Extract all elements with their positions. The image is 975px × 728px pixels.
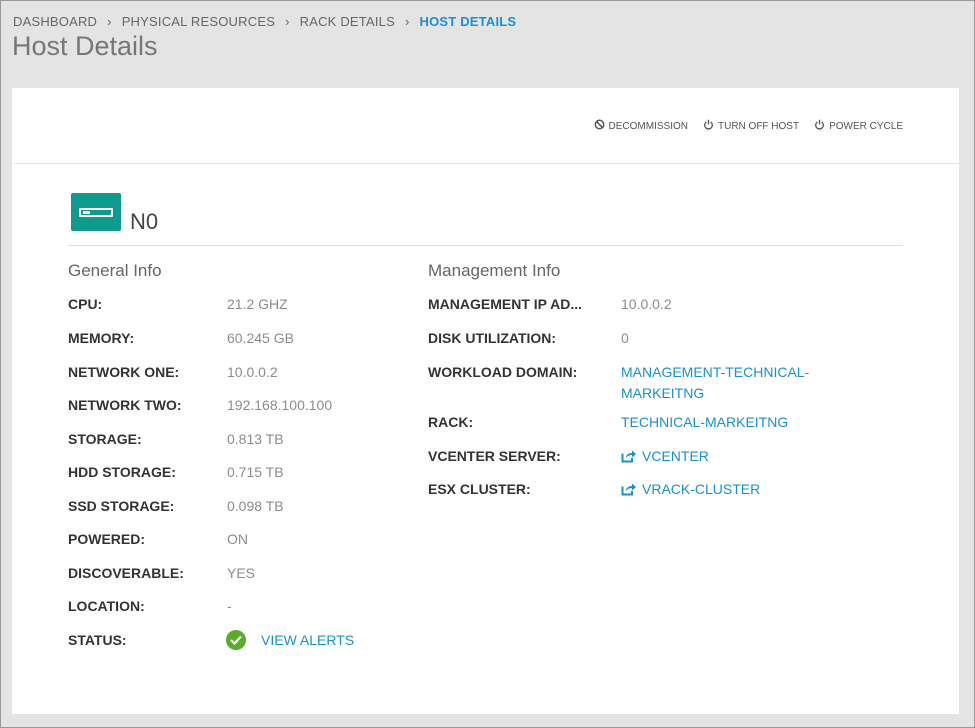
power-cycle-button[interactable]: POWER CYCLE [814, 119, 903, 133]
network-one-label: NETWORK ONE: [68, 364, 180, 380]
esx-cluster-link-label: VRACK-CLUSTER [642, 481, 761, 497]
workload-domain-link[interactable]: MANAGEMENT-TECHNICAL- [621, 364, 809, 380]
breadcrumb-dashboard[interactable]: DASHBOARD [13, 14, 97, 29]
location-label: LOCATION: [68, 598, 145, 614]
host-header: N0 [68, 193, 903, 246]
management-ip-label: MANAGEMENT IP AD... [428, 296, 583, 312]
chevron-right-icon: › [107, 14, 112, 29]
breadcrumb-host-details: HOST DETAILS [419, 14, 517, 29]
ssd-storage-value: 0.098 TB [227, 498, 284, 514]
external-link-icon [621, 449, 637, 466]
host-details-card: DECOMMISSION TURN OFF HOST POWER CYCLE N… [12, 88, 959, 714]
chevron-right-icon: › [285, 14, 290, 29]
memory-value: 60.245 GB [227, 330, 294, 346]
storage-label: STORAGE: [68, 431, 142, 447]
ssd-storage-label: SSD STORAGE: [68, 498, 175, 514]
vcenter-link[interactable]: VCENTER [621, 448, 709, 466]
turn-off-host-button[interactable]: TURN OFF HOST [703, 119, 799, 133]
page-title: Host Details [12, 31, 158, 61]
hdd-storage-label: HDD STORAGE: [68, 464, 176, 480]
ban-icon [594, 119, 605, 133]
management-ip-value: 10.0.0.2 [621, 296, 672, 312]
hdd-storage-value: 0.715 TB [227, 464, 284, 480]
discoverable-label: DISCOVERABLE: [68, 565, 184, 581]
disk-utilization-value: 0 [621, 330, 629, 346]
power-icon [814, 119, 825, 133]
discoverable-value: YES [227, 565, 256, 581]
network-one-value: 10.0.0.2 [227, 364, 278, 380]
server-icon [71, 193, 121, 231]
workload-domain-link-continued[interactable]: MARKEITNG [621, 385, 704, 401]
status-label: STATUS: [68, 632, 127, 648]
power-cycle-label: POWER CYCLE [829, 120, 903, 132]
cpu-label: CPU: [68, 296, 103, 312]
breadcrumb-rack-details[interactable]: RACK DETAILS [300, 14, 395, 29]
vcenter-link-label: VCENTER [642, 448, 709, 464]
action-bar: DECOMMISSION TURN OFF HOST POWER CYCLE [12, 88, 959, 164]
chevron-right-icon: › [404, 14, 410, 29]
memory-label: MEMORY: [68, 330, 135, 346]
storage-value: 0.813 TB [227, 431, 284, 447]
esx-cluster-label: ESX CLUSTER: [428, 481, 531, 497]
breadcrumb-physical-resources[interactable]: PHYSICAL RESOURCES [122, 14, 275, 29]
power-icon [703, 119, 714, 133]
rack-label: RACK: [428, 414, 474, 430]
external-link-icon [621, 482, 637, 499]
location-value: - [227, 598, 232, 614]
esx-cluster-link[interactable]: VRACK-CLUSTER [621, 481, 760, 499]
host-name: N0 [130, 209, 159, 234]
cpu-value: 21.2 GHZ [227, 296, 288, 312]
workload-domain-label: WORKLOAD DOMAIN: [428, 364, 578, 380]
network-two-label: NETWORK TWO: [68, 397, 182, 413]
powered-value: ON [227, 531, 248, 547]
check-circle-icon [226, 630, 246, 650]
decommission-button[interactable]: DECOMMISSION [594, 119, 688, 133]
breadcrumb: DASHBOARD › PHYSICAL RESOURCES › RACK DE… [13, 14, 516, 29]
powered-label: POWERED: [68, 531, 145, 547]
disk-utilization-label: DISK UTILIZATION: [428, 330, 557, 346]
vcenter-server-label: VCENTER SERVER: [428, 448, 561, 464]
network-two-value: 192.168.100.100 [227, 397, 333, 413]
management-info-title: Management Info [428, 261, 561, 280]
rack-link[interactable]: TECHNICAL-MARKEITNG [621, 414, 788, 430]
general-info-title: General Info [68, 261, 162, 280]
decommission-label: DECOMMISSION [608, 120, 688, 132]
view-alerts-link[interactable]: VIEW ALERTS [261, 632, 354, 648]
turn-off-host-label: TURN OFF HOST [717, 120, 800, 132]
host-actions: DECOMMISSION TURN OFF HOST POWER CYCLE [594, 119, 903, 133]
